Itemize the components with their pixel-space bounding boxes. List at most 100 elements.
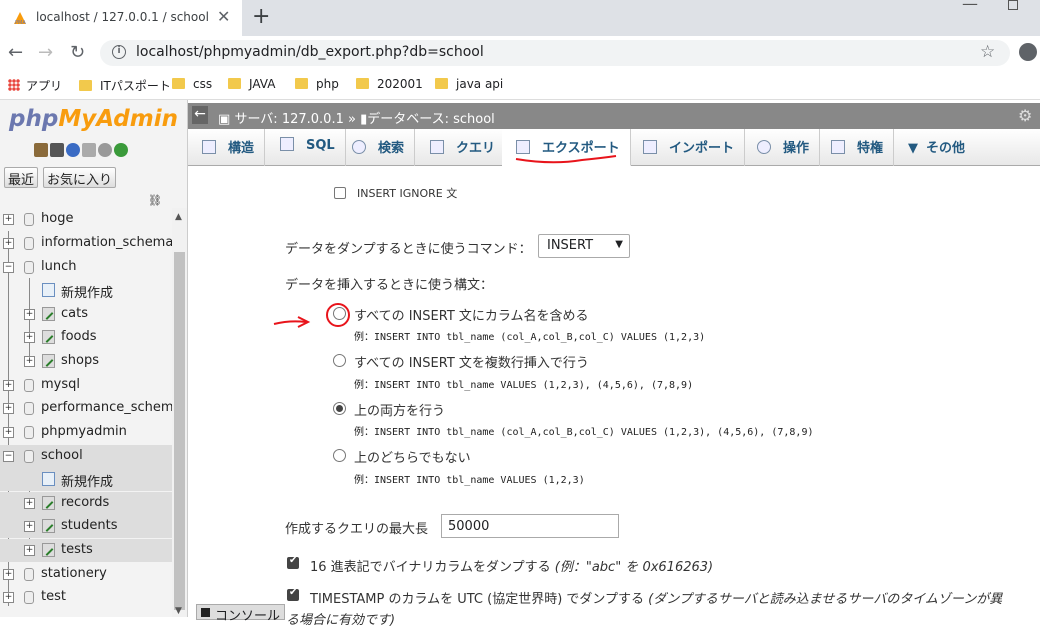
bookmark-it-passport[interactable]: ITパスポート bbox=[79, 77, 171, 94]
new-tab-button[interactable]: + bbox=[252, 4, 270, 29]
table-icon bbox=[42, 307, 55, 321]
link-chain-icon[interactable]: ⛓ bbox=[148, 194, 162, 207]
expand-icon[interactable]: + bbox=[24, 356, 35, 367]
tree-table-cats[interactable]: + cats bbox=[0, 303, 172, 326]
nav-scrollbar[interactable]: ▲ ▼ bbox=[172, 208, 187, 617]
tree-table-shops[interactable]: + shops bbox=[0, 350, 172, 373]
tree-table-foods[interactable]: + foods bbox=[0, 326, 172, 349]
forward-arrow-icon[interactable]: → bbox=[38, 42, 53, 63]
phpmyadmin-logo[interactable]: phpMyAdmin bbox=[9, 106, 178, 132]
bookmark-202001[interactable]: 202001 bbox=[356, 77, 423, 91]
breadcrumb-server[interactable]: サーバ: 127.0.0.1 bbox=[234, 112, 343, 127]
expand-icon[interactable]: + bbox=[24, 521, 35, 532]
tree-db-school[interactable]: − school bbox=[0, 445, 172, 468]
expand-icon[interactable]: + bbox=[3, 403, 14, 414]
timestamp-checkbox[interactable] bbox=[287, 587, 299, 601]
console-button[interactable]: コンソール bbox=[196, 604, 286, 624]
favorites-button[interactable]: お気に入り bbox=[43, 167, 117, 188]
select-caret-icon: ▼ bbox=[615, 239, 623, 250]
bookmark-apps[interactable]: アプリ bbox=[8, 77, 62, 94]
reload-nav-icon[interactable] bbox=[114, 143, 128, 157]
folder-icon bbox=[295, 78, 308, 89]
tree-db-test[interactable]: + test bbox=[0, 586, 172, 609]
tree-lunch-new[interactable]: 新規作成 bbox=[0, 279, 172, 302]
bookmark-css[interactable]: css bbox=[172, 77, 212, 91]
back-arrow-icon[interactable]: ← bbox=[8, 42, 23, 63]
expand-icon[interactable]: + bbox=[3, 380, 14, 391]
tree-db-performance-schema[interactable]: + performance_schema bbox=[0, 397, 182, 420]
tab-import[interactable]: インポート bbox=[629, 129, 746, 166]
expand-icon[interactable]: + bbox=[24, 332, 35, 343]
tab-more[interactable]: ▼ その他 bbox=[894, 129, 975, 166]
scrollbar-thumb[interactable] bbox=[174, 252, 185, 610]
tab-search[interactable]: 検索 bbox=[338, 129, 416, 166]
home-icon[interactable] bbox=[34, 143, 48, 157]
reload-icon[interactable]: ↻ bbox=[70, 42, 85, 63]
page-settings-gear-icon[interactable]: ⚙ bbox=[1018, 106, 1032, 125]
bookmark-java-api[interactable]: java api bbox=[435, 77, 503, 91]
browser-tab[interactable]: PMA localhost / 127.0.0.1 / school | ph … bbox=[0, 0, 242, 36]
tab-privileges[interactable]: 特権 bbox=[817, 129, 895, 166]
help-icon[interactable] bbox=[66, 143, 80, 157]
expand-icon[interactable]: + bbox=[3, 427, 14, 438]
syntax-radio-neither[interactable] bbox=[333, 449, 346, 462]
expand-icon[interactable]: + bbox=[3, 214, 14, 225]
tab-sql[interactable]: SQL bbox=[266, 129, 346, 166]
profile-avatar-icon[interactable] bbox=[1019, 43, 1037, 61]
docs-icon[interactable] bbox=[82, 143, 96, 157]
url-text[interactable]: localhost/phpmyadmin/db_export.php?db=sc… bbox=[136, 44, 484, 60]
database-icon bbox=[24, 213, 34, 226]
syntax-option-label[interactable]: 上のどちらでもない bbox=[354, 447, 471, 466]
folder-icon bbox=[228, 78, 241, 89]
dump-command-select[interactable]: INSERT ▼ bbox=[538, 234, 630, 258]
scroll-down-icon[interactable]: ▼ bbox=[175, 606, 182, 616]
database-icon bbox=[24, 402, 34, 415]
expand-icon[interactable]: + bbox=[24, 545, 35, 556]
syntax-option-label[interactable]: すべての INSERT 文にカラム名を含める bbox=[354, 305, 589, 324]
syntax-option-label[interactable]: 上の両方を行う bbox=[354, 400, 445, 419]
expand-icon[interactable]: + bbox=[3, 592, 14, 603]
bookmark-star-icon[interactable]: ☆ bbox=[980, 42, 995, 62]
bookmark-java[interactable]: JAVA bbox=[228, 77, 275, 91]
tree-table-students[interactable]: + students bbox=[0, 515, 172, 538]
expand-icon[interactable]: + bbox=[24, 309, 35, 320]
folder-icon bbox=[435, 78, 448, 89]
collapse-icon[interactable]: − bbox=[3, 262, 14, 273]
tree-db-phpmyadmin[interactable]: + phpmyadmin bbox=[0, 421, 172, 444]
tree-db-mysql[interactable]: + mysql bbox=[0, 374, 172, 397]
syntax-radio-extended[interactable] bbox=[333, 354, 346, 367]
tree-db-lunch[interactable]: − lunch bbox=[0, 256, 172, 279]
tree-db-hoge[interactable]: + hoge bbox=[0, 208, 172, 231]
hex-checkbox[interactable] bbox=[287, 555, 299, 569]
tree-table-tests[interactable]: + tests bbox=[0, 539, 172, 562]
tree-db-stationery[interactable]: + stationery bbox=[0, 563, 172, 586]
syntax-option-label[interactable]: すべての INSERT 文を複数行挿入で行う bbox=[354, 352, 589, 371]
insert-ignore-checkbox[interactable] bbox=[334, 187, 346, 199]
scroll-up-icon[interactable]: ▲ bbox=[175, 212, 182, 222]
collapse-icon[interactable]: − bbox=[3, 451, 14, 462]
recent-button[interactable]: 最近 bbox=[4, 167, 39, 188]
tab-operations[interactable]: 操作 bbox=[743, 129, 821, 166]
syntax-radio-both[interactable] bbox=[333, 402, 346, 415]
bookmark-php[interactable]: php bbox=[295, 77, 339, 91]
close-tab-icon[interactable]: ✕ bbox=[217, 7, 230, 26]
expand-icon[interactable]: + bbox=[3, 238, 14, 249]
omnibox[interactable]: i localhost/phpmyadmin/db_export.php?db=… bbox=[100, 40, 1010, 66]
max-query-input[interactable]: 50000 bbox=[441, 514, 619, 538]
window-maximize-icon[interactable] bbox=[1008, 0, 1018, 10]
tree-table-records[interactable]: + records bbox=[0, 492, 172, 515]
tab-structure[interactable]: 構造 bbox=[188, 129, 266, 166]
syntax-radio-column-names[interactable] bbox=[333, 307, 346, 320]
settings-gear-icon[interactable] bbox=[98, 143, 112, 157]
syntax-option-example: 例：INSERT INTO tbl_name VALUES (1,2,3) bbox=[354, 475, 585, 486]
window-minimize-icon[interactable]: — bbox=[962, 0, 978, 13]
collapse-nav-arrow-icon[interactable]: ← bbox=[192, 106, 208, 124]
logout-icon[interactable] bbox=[50, 143, 64, 157]
expand-icon[interactable]: + bbox=[24, 498, 35, 509]
breadcrumb-database[interactable]: データベース: school bbox=[367, 112, 495, 127]
site-info-icon[interactable]: i bbox=[112, 45, 126, 59]
tree-db-information-schema[interactable]: + information_schema bbox=[0, 232, 173, 255]
expand-icon[interactable]: + bbox=[3, 569, 14, 580]
tree-school-new[interactable]: 新規作成 bbox=[0, 468, 172, 491]
tab-query[interactable]: クエリ bbox=[416, 129, 507, 166]
